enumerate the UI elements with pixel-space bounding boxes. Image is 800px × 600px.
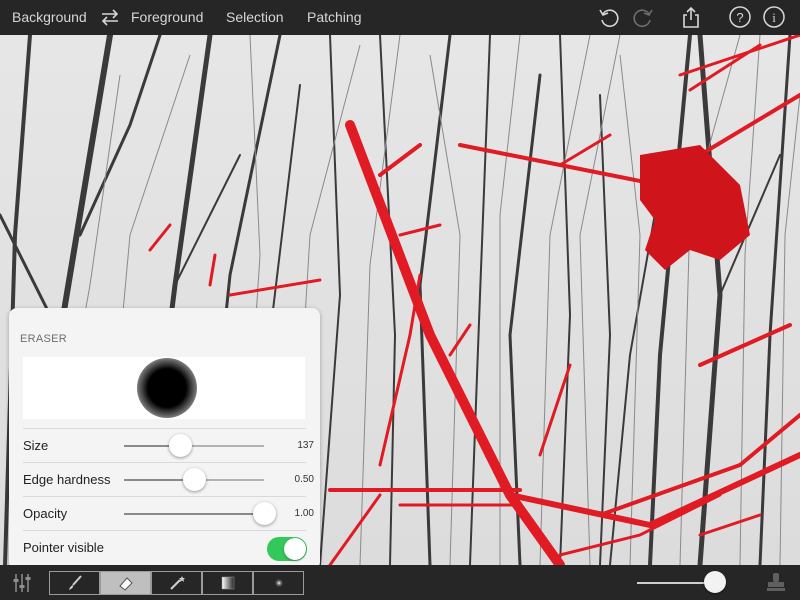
opacity-value: 1.00 [294,508,314,519]
patching-menu[interactable]: Patching [307,0,361,35]
svg-text:?: ? [736,10,743,25]
size-row: Size 137 [23,428,314,463]
brush-preview [23,357,305,419]
info-icon[interactable]: i [762,5,786,29]
swap-layers-icon[interactable] [99,6,121,28]
eraser-icon [118,577,133,591]
magic-wand-icon [169,576,185,590]
soft-dot-icon [273,578,284,588]
gradient-icon [221,576,234,590]
background-menu[interactable]: Background [12,0,87,35]
size-value: 137 [297,440,314,451]
gradient-tool[interactable] [202,571,253,595]
size-label: Size [23,438,49,453]
opacity-slider-fill [124,513,264,515]
size-slider[interactable] [124,434,264,457]
brush-settings-icon[interactable] [10,571,34,595]
brush-preview-dot [137,358,197,418]
popover-title: ERASER [20,333,68,345]
selection-menu[interactable]: Selection [226,0,284,35]
foreground-menu[interactable]: Foreground [131,0,203,35]
opacity-slider[interactable] [124,502,276,525]
edge-hardness-slider-thumb[interactable] [183,468,206,491]
stamp-icon[interactable] [764,571,788,595]
redo-icon[interactable] [631,5,655,29]
brush-tool[interactable] [49,571,100,595]
magic-wand-tool[interactable] [151,571,202,595]
opacity-slider-thumb[interactable] [253,502,276,525]
edge-hardness-label: Edge hardness [23,472,111,487]
svg-text:i: i [772,10,776,25]
edge-hardness-value: 0.50 [294,474,314,485]
size-slider-thumb[interactable] [169,434,192,457]
help-icon[interactable]: ? [728,5,752,29]
soft-dot-tool[interactable] [253,571,304,595]
toggle-knob [284,538,306,560]
top-toolbar: Background Foreground Selection Patching… [0,0,800,35]
share-icon[interactable] [679,5,703,29]
pointer-visible-toggle[interactable] [267,537,307,561]
eraser-tool[interactable] [100,571,151,595]
pointer-visible-label: Pointer visible [23,540,104,555]
undo-icon[interactable] [597,5,621,29]
opacity-row: Opacity 1.00 [23,496,314,531]
edge-hardness-slider[interactable] [124,468,264,491]
eraser-popover: ERASER Size 137 Edge hardness 0.50 Opaci… [9,308,320,570]
pointer-visible-row: Pointer visible [23,530,307,565]
brush-icon [68,575,82,590]
edge-hardness-row: Edge hardness 0.50 [23,462,314,497]
opacity-label: Opacity [23,506,68,521]
zoom-slider-thumb[interactable] [704,571,726,593]
